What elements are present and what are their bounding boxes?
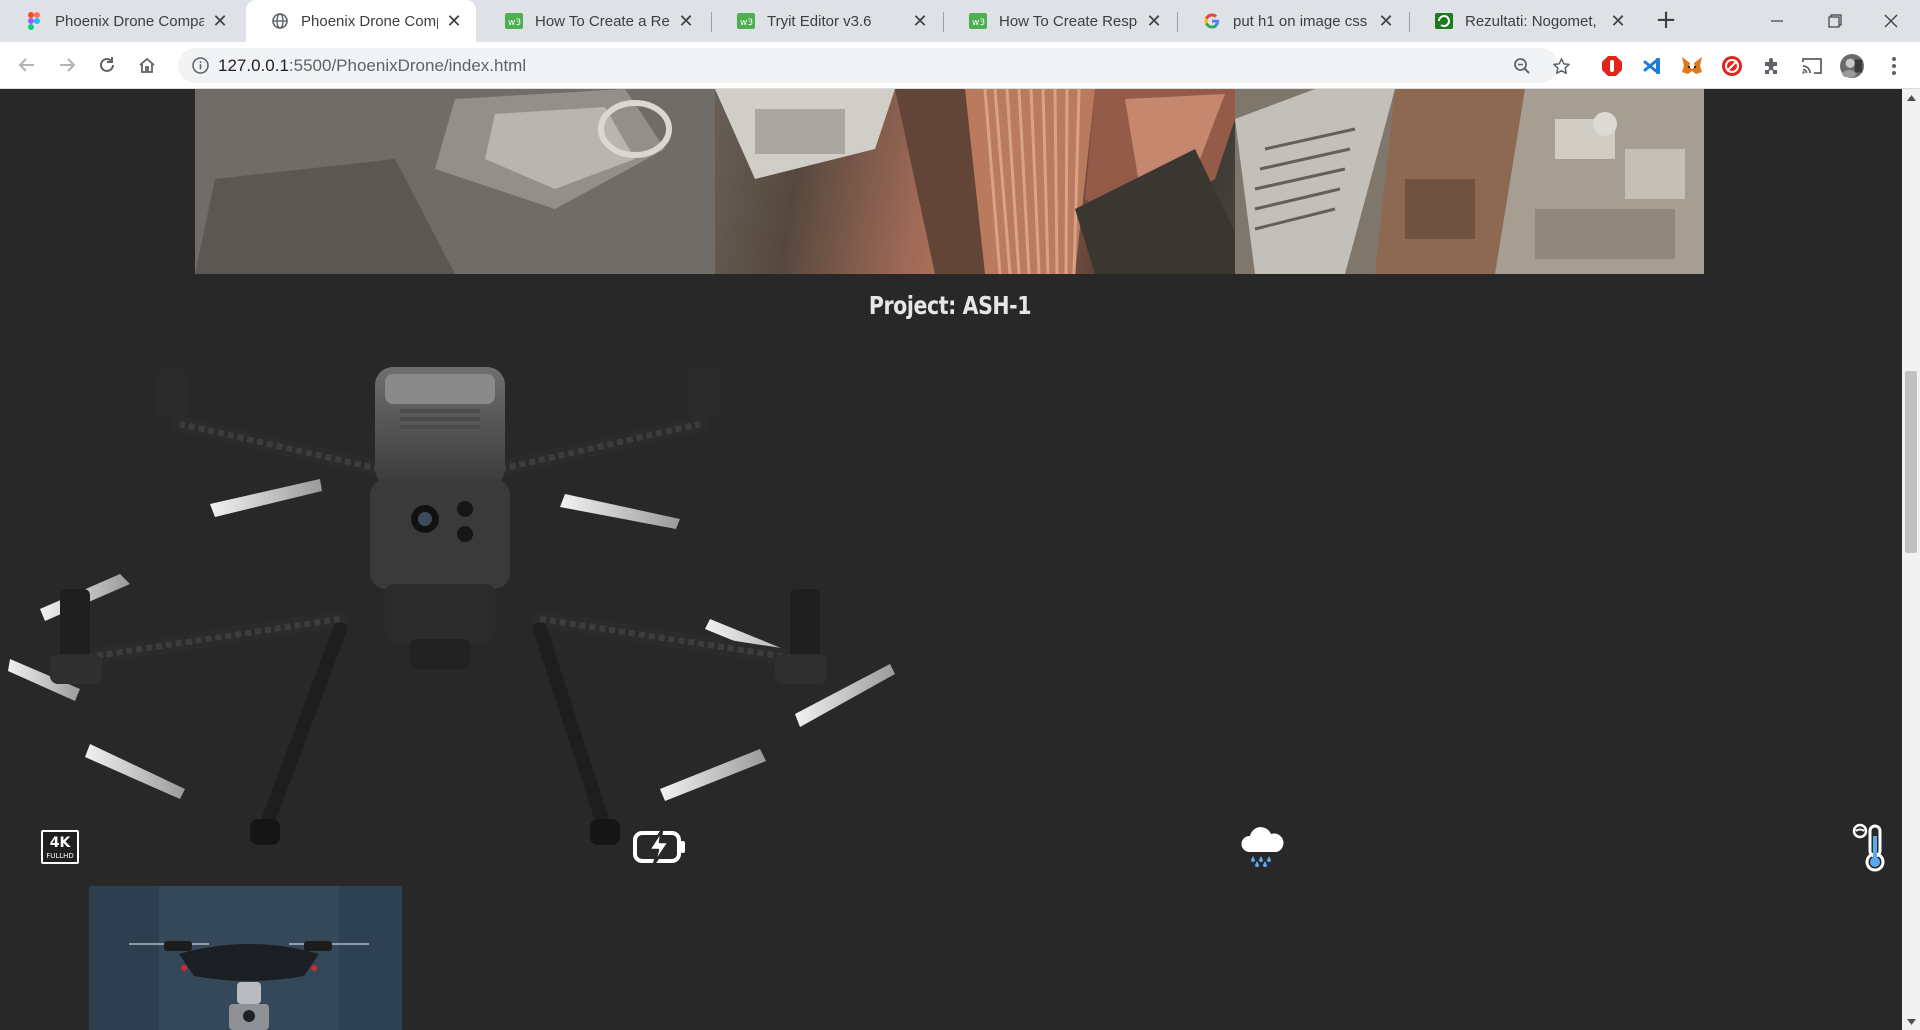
svg-text:w3: w3 [740,18,753,28]
w3schools-icon: w3 [505,12,523,30]
tab-title: Rezultati: Nogomet, 1. [1465,12,1602,30]
back-button[interactable] [10,48,44,82]
profile-avatar[interactable] [1840,54,1864,78]
tab-title: Tryit Editor v3.6 [767,12,872,30]
tab-flashscore[interactable]: Rezultati: Nogomet, 1. ✕ [1410,0,1640,42]
battery-charging-icon [630,817,690,877]
flashscore-icon [1435,12,1453,30]
url-path: :5500/PhoenixDrone/index.html [288,56,527,75]
address-bar[interactable]: 127.0.0.1:5500/PhoenixDrone/index.html [178,48,1570,83]
vscode-extension-icon[interactable] [1640,54,1664,78]
adblock-extension-icon[interactable] [1600,54,1624,78]
url-text: 127.0.0.1:5500/PhoenixDrone/index.html [218,56,526,76]
hero-city-aerial-image [195,89,1704,274]
forward-button[interactable] [50,48,84,82]
extensions-puzzle-icon[interactable] [1760,54,1784,78]
close-tab-icon[interactable]: ✕ [1608,11,1628,32]
tab-title: Phoenix Drone Compa [55,12,204,30]
w3schools-icon: w3 [737,12,755,30]
page-scrollbar[interactable] [1902,89,1920,1030]
globe-icon [271,12,289,30]
tab-title: How To Create Respon [999,12,1138,30]
site-info-icon[interactable] [192,57,209,74]
tab-w3-responsive-1[interactable]: w3 How To Create a Respo ✕ [480,0,708,42]
thermometer-icon [1840,817,1900,877]
tab-title: How To Create a Respo [535,12,670,30]
url-host: 127.0.0.1 [218,56,289,75]
tab-title: Phoenix Drone Compa [301,12,438,30]
restore-button[interactable] [1806,0,1864,42]
tab-strip: Phoenix Drone Compa ✕ Phoenix Drone Comp… [0,0,1920,42]
4k-fullhd-icon: 4K FULLHD [30,817,90,877]
tab-tryit[interactable]: w3 Tryit Editor v3.6 ✕ [712,0,942,42]
tab-phoenix-figma[interactable]: Phoenix Drone Compa ✕ [0,0,242,42]
scrollbar-thumb[interactable] [1905,371,1917,553]
close-tab-icon[interactable]: ✕ [210,11,230,32]
tab-w3-responsive-2[interactable]: w3 How To Create Respon ✕ [944,0,1176,42]
tab-title: put h1 on image css - G [1233,12,1370,30]
minimize-button[interactable] [1748,0,1806,42]
cast-icon[interactable] [1800,54,1824,78]
close-window-button[interactable] [1862,0,1920,42]
tab-phoenix-local[interactable]: Phoenix Drone Compa ✕ [246,0,476,42]
4k-label: 4K [50,835,72,851]
zoom-icon[interactable] [1512,56,1532,76]
metamask-extension-icon[interactable] [1680,54,1704,78]
scroll-up-arrow-icon[interactable] [1902,89,1920,106]
close-tab-icon[interactable]: ✕ [910,11,930,32]
reload-button[interactable] [90,48,124,82]
home-button[interactable] [130,48,164,82]
svg-text:w3: w3 [508,18,521,28]
tab-google-search[interactable]: put h1 on image css - G ✕ [1178,0,1408,42]
drone-matrice-image [0,329,900,869]
fullhd-label: FULLHD [46,852,74,860]
close-tab-icon[interactable]: ✕ [1144,11,1164,32]
close-tab-icon[interactable]: ✕ [444,11,464,32]
svg-text:w3: w3 [972,18,985,28]
new-tab-button[interactable]: + [1652,7,1680,35]
bookmark-star-icon[interactable] [1551,56,1571,76]
close-tab-icon[interactable]: ✕ [1376,11,1396,32]
page-viewport: Project: ASH-1 4K FULLHD [0,89,1902,1030]
rain-cloud-icon [1232,817,1292,877]
browser-toolbar: 127.0.0.1:5500/PhoenixDrone/index.html [0,42,1920,89]
adobe-extension-icon[interactable] [1720,54,1744,78]
figma-icon [25,12,43,30]
project-title: Project: ASH-1 [868,291,1032,320]
browser-menu-icon[interactable] [1882,54,1906,78]
google-icon [1203,12,1221,30]
scroll-down-arrow-icon[interactable] [1902,1013,1920,1030]
drone-phantom-image [89,886,402,1030]
w3schools-icon: w3 [969,12,987,30]
close-tab-icon[interactable]: ✕ [676,11,696,32]
